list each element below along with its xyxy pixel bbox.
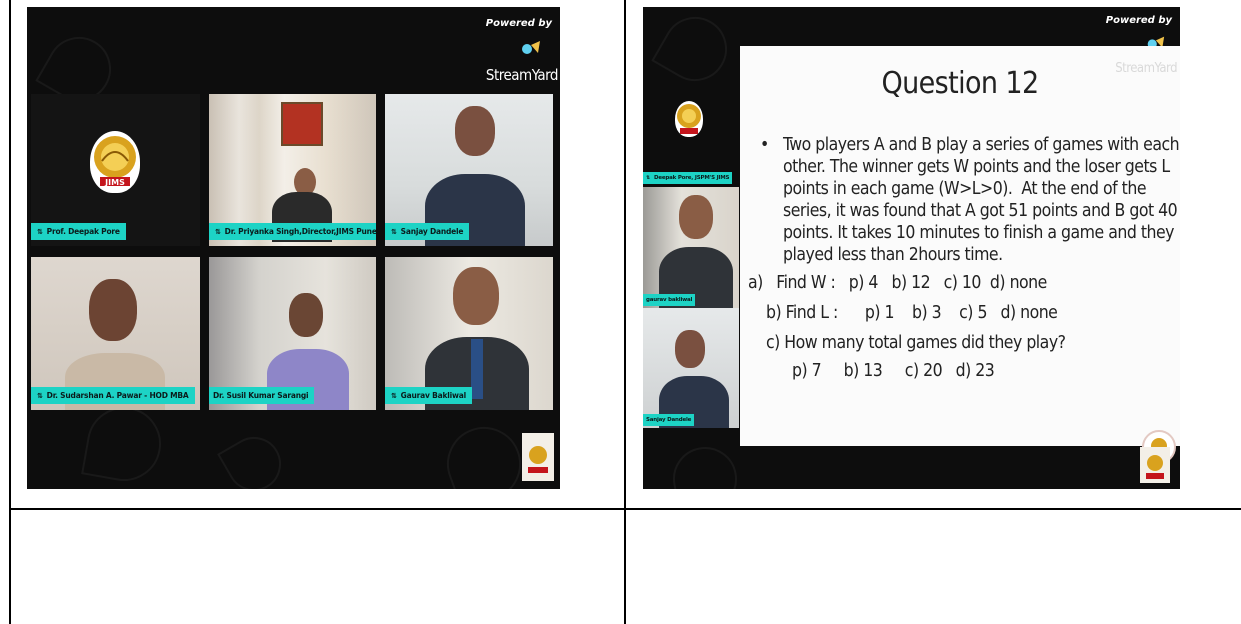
- participant-tile-gaurav[interactable]: ⇅ Gaurav Bakliwal: [385, 257, 553, 410]
- jims-emblem-text: JIMS: [104, 178, 125, 187]
- powered-by-label: Powered by: [1105, 15, 1172, 26]
- side-tile-gaurav[interactable]: gaurav bakliwal: [643, 187, 739, 308]
- jims-emblem-icon: JIMS: [90, 131, 140, 193]
- jims-corner-logo-icon: [522, 433, 554, 481]
- participant-tile-sanjay[interactable]: ⇅ Sanjay Dandele: [385, 94, 553, 246]
- name-tag: gaurav bakliwal: [643, 294, 696, 306]
- slide-title: Question 12: [881, 66, 1039, 101]
- option-c: c) How many total games did they play?: [766, 333, 1066, 353]
- streamyard-logo-icon: [522, 41, 540, 54]
- option-b: b) Find L : p) 1 b) 3 c) 5 d) none: [766, 303, 1058, 323]
- participant-tile-priyanka[interactable]: ⇅ Dr. Priyanka Singh,Director,JIMS Pune: [209, 94, 376, 246]
- right-stream-panel: Powered by ⇅ Deepak Pore, JSPM'S JIMS gau…: [643, 7, 1180, 489]
- side-tile-deepak[interactable]: ⇅ Deepak Pore, JSPM'S JIMS: [643, 164, 739, 186]
- question-line-6: played less than 2hours time.: [783, 245, 1003, 265]
- table-border-left: [9, 0, 11, 624]
- participant-tile-deepak[interactable]: JIMS ⇅ Prof. Deepak Pore: [31, 94, 200, 246]
- table-border-middle: [624, 0, 626, 624]
- name-tag: Sanjay Dandele: [643, 414, 695, 426]
- question-line-4: series, it was found that A got 51 point…: [783, 201, 1178, 221]
- name-tag: ⇅ Dr. Sudarshan A. Pawar - HOD MBA: [31, 387, 195, 404]
- name-tag: ⇅ Deepak Pore, JSPM'S JIMS: [643, 172, 733, 184]
- question-line-1: Two players A and B play a series of gam…: [783, 135, 1180, 155]
- name-tag: ⇅ Dr. Priyanka Singh,Director,JIMS Pune: [209, 223, 376, 240]
- participant-tile-susil[interactable]: Dr. Susil Kumar Sarangi: [209, 257, 376, 410]
- jims-corner-logo-icon: [1140, 447, 1170, 483]
- question-line-2: other. The winner gets W points and the …: [783, 157, 1170, 177]
- slide-bullet: •: [760, 135, 769, 155]
- side-tile-sanjay[interactable]: Sanjay Dandele: [643, 308, 739, 428]
- jims-emblem-icon: [675, 101, 703, 137]
- presentation-slide: StreamYard Question 12 • Two players A a…: [740, 46, 1180, 464]
- streamyard-brand: StreamYard: [485, 66, 559, 84]
- name-tag: ⇅ Prof. Deepak Pore: [31, 223, 126, 240]
- question-line-3: points in each game (W>L>0). At the end …: [783, 179, 1147, 199]
- powered-by-label: Powered by: [485, 18, 552, 29]
- option-a: a) Find W : p) 4 b) 12 c) 10 d) none: [748, 273, 1047, 293]
- table-border-row: [9, 508, 1241, 510]
- name-tag: ⇅ Gaurav Bakliwal: [385, 387, 472, 404]
- left-stream-panel: Powered by StreamYard JIMS ⇅ Prof. Deepak…: [27, 7, 560, 489]
- participant-tile-sudarshan[interactable]: ⇅ Dr. Sudarshan A. Pawar - HOD MBA: [31, 257, 200, 410]
- name-tag: ⇅ Sanjay Dandele: [385, 223, 470, 240]
- name-tag: Dr. Susil Kumar Sarangi: [209, 387, 315, 404]
- option-c-answers: p) 7 b) 13 c) 20 d) 23: [792, 361, 995, 381]
- question-line-5: points. It takes 10 minutes to finish a …: [783, 223, 1174, 243]
